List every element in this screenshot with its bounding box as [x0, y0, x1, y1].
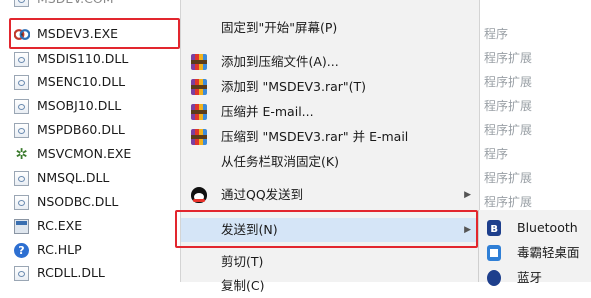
file-name: MSPDB60.DLL [37, 122, 125, 137]
file-highlight-box [9, 18, 180, 49]
file-type: 程序扩展 [484, 123, 533, 137]
file-item-msdev-com[interactable]: MSDEV.COM [14, 0, 114, 10]
submenu-item-bluetooth[interactable]: ʙ Bluetooth [479, 216, 591, 240]
dll-icon [14, 98, 29, 114]
file-item[interactable]: NSODBC.DLL [14, 191, 118, 213]
file-name: MSENC10.DLL [37, 74, 126, 89]
menu-item-label: 添加到 "MSDEV3.rar"(T) [221, 79, 367, 94]
file-name: MSDIS110.DLL [37, 51, 129, 66]
menu-item-copy[interactable]: 复制(C) [181, 274, 479, 298]
menu-item-add-to-archive[interactable]: 添加到压缩文件(A)... [181, 50, 479, 74]
submenu-item-bluetooth-cn[interactable]: 蓝牙 [479, 266, 591, 290]
menu-item-label: 添加到压缩文件(A)... [221, 54, 339, 69]
send-to-highlight-box [175, 210, 478, 248]
menu-item-label: 从任务栏取消固定(K) [221, 154, 339, 169]
file-item[interactable]: MSPDB60.DLL [14, 119, 125, 141]
menu-item-label: 通过QQ发送到 [221, 187, 304, 202]
menu-item-compress-email[interactable]: 压缩并 E-mail... [181, 100, 479, 124]
file-item[interactable]: RC.EXE [14, 215, 82, 237]
help-icon: ? [14, 242, 29, 258]
desktop-app-icon [487, 245, 501, 261]
file-list: MSDEV.COM MSDEV3.EXE MSDIS110.DLL MSENC1… [0, 0, 188, 282]
bluetooth-icon: ʙ [487, 220, 501, 236]
dll-icon [14, 74, 29, 90]
dll-icon [14, 122, 29, 138]
file-type-column: 程序 程序扩展 程序扩展 程序扩展 程序扩展 程序 程序扩展 程序扩展 [484, 0, 591, 210]
file-item[interactable]: NMSQL.DLL [14, 167, 109, 189]
submenu-arrow-icon: ▶ [464, 190, 471, 200]
file-name: MSOBJ10.DLL [37, 98, 122, 113]
menu-item-pin-to-start[interactable]: 固定到"开始"屏幕(P) [181, 16, 479, 40]
file-item[interactable]: MSDIS110.DLL [14, 48, 128, 70]
file-type: 程序扩展 [484, 75, 533, 89]
menu-item-label: 压缩并 E-mail... [221, 104, 314, 119]
bluetooth-icon [487, 270, 501, 286]
winrar-icon [191, 129, 207, 145]
submenu-item-label: Bluetooth [517, 220, 578, 235]
file-type: 程序扩展 [484, 195, 533, 209]
gear-icon: ✲ [15, 144, 28, 163]
file-name: RC.EXE [37, 218, 83, 233]
menu-item-send-via-qq[interactable]: 通过QQ发送到 ▶ [181, 183, 479, 207]
qq-icon [191, 187, 207, 203]
file-name: RC.HLP [37, 242, 82, 257]
file-icon [14, 0, 29, 7]
winrar-icon [191, 104, 207, 120]
menu-item-cut[interactable]: 剪切(T) [181, 250, 479, 274]
menu-item-add-to-rar[interactable]: 添加到 "MSDEV3.rar"(T) [181, 75, 479, 99]
dll-icon [14, 265, 29, 281]
file-type: 程序扩展 [484, 51, 533, 65]
file-item[interactable]: RCDLL.DLL [14, 262, 105, 284]
dll-icon [14, 170, 29, 186]
submenu-item-label: 蓝牙 [517, 270, 543, 285]
winrar-icon [191, 79, 207, 95]
menu-item-label: 复制(C) [221, 278, 265, 293]
file-type: 程序扩展 [484, 99, 533, 113]
menu-item-compress-rar-email[interactable]: 压缩到 "MSDEV3.rar" 并 E-mail [181, 125, 479, 149]
winrar-icon [191, 54, 207, 70]
file-name: MSVCMON.EXE [37, 146, 132, 161]
file-type: 程序扩展 [484, 171, 533, 185]
file-name: NSODBC.DLL [37, 194, 119, 209]
file-name: MSDEV.COM [37, 0, 114, 10]
menu-item-label: 固定到"开始"屏幕(P) [221, 20, 338, 35]
file-type: 程序 [484, 27, 509, 41]
menu-item-label: 压缩到 "MSDEV3.rar" 并 E-mail [221, 129, 409, 144]
submenu-item-label: 毒霸轻桌面 [517, 245, 580, 260]
file-item[interactable]: MSOBJ10.DLL [14, 95, 121, 117]
submenu-item-duba-desktop[interactable]: 毒霸轻桌面 [479, 241, 591, 265]
dll-icon [14, 51, 29, 67]
menu-item-label: 剪切(T) [221, 254, 264, 269]
send-to-submenu: ʙ Bluetooth 毒霸轻桌面 蓝牙 [478, 210, 591, 286]
file-name: NMSQL.DLL [37, 170, 110, 185]
menu-item-unpin-taskbar[interactable]: 从任务栏取消固定(K) [181, 150, 479, 174]
file-item[interactable]: MSENC10.DLL [14, 71, 125, 93]
dll-icon [14, 194, 29, 210]
file-item[interactable]: ? RC.HLP [14, 239, 82, 261]
file-type: 程序 [484, 147, 509, 161]
file-item[interactable]: ✲ MSVCMON.EXE [14, 143, 131, 165]
application-icon [14, 218, 29, 234]
file-name: RCDLL.DLL [37, 265, 105, 280]
